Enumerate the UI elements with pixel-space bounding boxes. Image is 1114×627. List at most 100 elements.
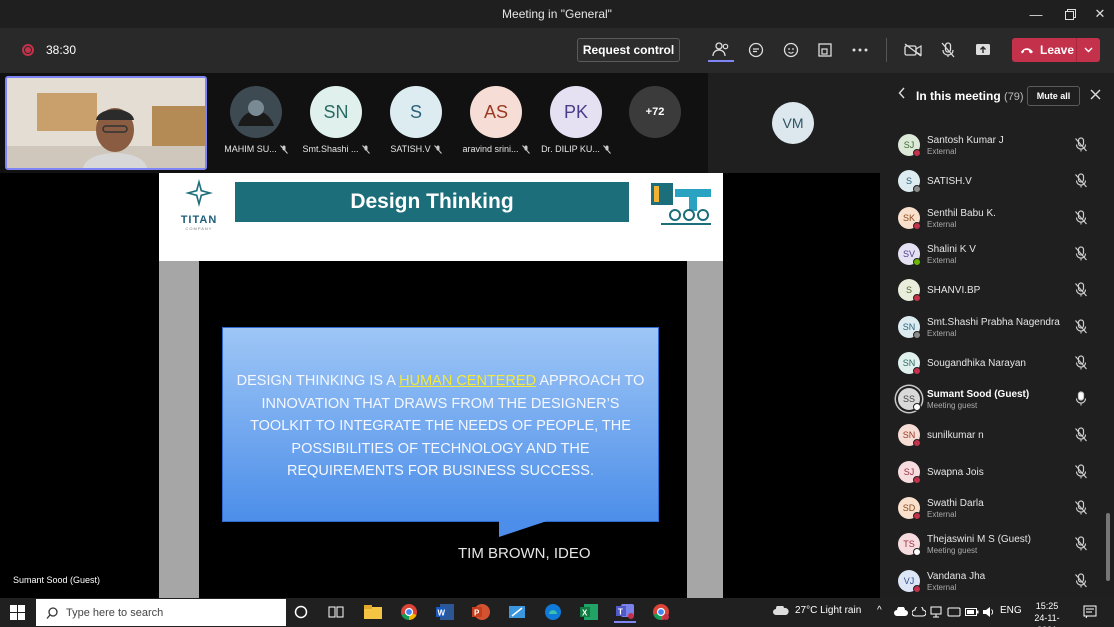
leave-button[interactable]: Leave <box>1012 38 1100 62</box>
participant-name: MAHIM SU... <box>224 144 277 154</box>
participant-tile[interactable]: AS aravind srini... <box>455 86 537 154</box>
panel-title-text: In this meeting <box>916 89 1001 103</box>
participant-name: Sumant Sood (Guest) <box>927 389 1030 401</box>
participant-name: Senthil Babu K. <box>927 207 996 219</box>
language-indicator[interactable]: ENG <box>1000 605 1022 616</box>
rooms-icon[interactable] <box>812 38 838 62</box>
toolbar-divider <box>886 38 887 62</box>
participant-row[interactable]: S SHANVI.BP <box>880 274 1114 310</box>
participant-row[interactable]: SK Senthil Babu K. External <box>880 202 1114 238</box>
participant-name: Shalini K V <box>927 243 976 255</box>
snipping-tool-icon[interactable] <box>506 601 528 623</box>
pinned-participant-tile[interactable]: VM <box>708 73 880 173</box>
participant-row[interactable]: SN sunilkumar n <box>880 419 1114 455</box>
taskbar-clock[interactable]: 15:25 24-11-2021 <box>1026 600 1068 627</box>
mic-off-icon[interactable] <box>1074 318 1088 335</box>
chrome-icon[interactable] <box>398 601 420 623</box>
participant-tile[interactable]: S SATISH.V <box>375 86 457 154</box>
panel-scrollbar[interactable] <box>1106 513 1110 581</box>
onedrive-icon[interactable] <box>894 607 908 617</box>
slide-title: Design Thinking <box>235 182 629 222</box>
avatar-initials: SD <box>902 503 916 513</box>
reactions-icon[interactable] <box>778 38 804 62</box>
participant-row[interactable]: TS Thejaswini M S (Guest) Meeting guest <box>880 528 1114 564</box>
powerpoint-icon[interactable]: P <box>470 601 492 623</box>
excel-icon[interactable]: X <box>578 601 600 623</box>
presence-status-icon <box>913 439 921 448</box>
mic-off-icon[interactable] <box>1074 536 1088 552</box>
chrome-profile-icon[interactable] <box>650 601 672 623</box>
back-chevron-icon[interactable] <box>898 87 906 102</box>
presence-status-icon <box>913 475 921 484</box>
presence-status-icon <box>913 257 921 266</box>
battery-icon[interactable] <box>965 607 979 617</box>
taskbar-search-input[interactable]: Type here to search <box>36 599 286 626</box>
participant-name: SATISH.V <box>390 144 431 154</box>
presenter-video[interactable] <box>5 76 207 170</box>
participant-tile[interactable]: MAHIM SU... <box>215 86 297 154</box>
participant-tile[interactable]: PK Dr. DILIP KU... <box>535 86 617 154</box>
cortana-icon[interactable] <box>290 601 312 623</box>
mic-on-icon[interactable] <box>1074 391 1088 407</box>
more-options-icon[interactable] <box>847 38 873 62</box>
mic-off-icon[interactable] <box>935 38 961 62</box>
participant-row[interactable]: SN Sougandhika Narayan <box>880 347 1114 383</box>
mute-all-button[interactable]: Mute all <box>1027 86 1080 106</box>
mic-off-icon[interactable] <box>1074 282 1088 298</box>
more-participants-button[interactable]: +72 <box>629 86 681 138</box>
mic-off-icon[interactable] <box>1074 137 1088 153</box>
edge-icon[interactable] <box>542 601 564 623</box>
presence-status-icon <box>913 512 921 520</box>
presence-status-icon <box>913 221 921 230</box>
close-window-icon[interactable]: ✕ <box>1084 0 1114 28</box>
participant-row[interactable]: SV Shalini K V External <box>880 238 1114 274</box>
participant-row[interactable]: SJ Santosh Kumar J External <box>880 129 1114 165</box>
cloud-icon[interactable] <box>912 607 926 617</box>
mic-off-icon[interactable] <box>1074 173 1088 189</box>
device-icon[interactable] <box>947 607 961 617</box>
presence-status-icon <box>913 330 921 339</box>
weather-text[interactable]: 27°C Light rain <box>795 605 861 616</box>
notifications-icon[interactable] <box>1083 605 1097 619</box>
mic-off-icon[interactable] <box>1074 209 1088 226</box>
mic-off-icon[interactable] <box>1074 427 1088 443</box>
people-icon[interactable] <box>708 38 734 62</box>
participant-row[interactable]: S SATISH.V <box>880 165 1114 201</box>
teams-icon[interactable]: T <box>614 601 636 623</box>
file-explorer-icon[interactable] <box>362 601 384 623</box>
participant-row[interactable]: SD Swathi Darla External <box>880 492 1114 528</box>
restore-icon[interactable] <box>1054 0 1086 28</box>
minimize-icon[interactable]: — <box>1020 0 1052 28</box>
quote-text-part: DESIGN THINKING IS A <box>236 373 400 389</box>
chat-icon[interactable] <box>743 38 769 62</box>
participant-row[interactable]: SS Sumant Sood (Guest) Meeting guest <box>880 383 1114 419</box>
word-icon[interactable]: W <box>434 601 456 623</box>
camera-off-icon[interactable] <box>900 38 926 62</box>
participant-avatar: PK <box>550 86 602 138</box>
slide-side-bar-right <box>687 261 723 598</box>
mic-off-icon[interactable] <box>1074 464 1088 480</box>
presenter-caption: Sumant Sood (Guest) <box>13 575 101 585</box>
close-panel-icon[interactable] <box>1086 85 1104 103</box>
leave-options-chevron-icon[interactable] <box>1076 38 1100 62</box>
participant-row[interactable]: SJ Swapna Jois <box>880 456 1114 492</box>
mic-off-icon[interactable] <box>1074 246 1088 262</box>
svg-text:X: X <box>582 609 588 618</box>
mic-off-icon[interactable] <box>1074 572 1088 589</box>
mic-off-icon[interactable] <box>1074 355 1088 371</box>
mic-off-icon <box>361 144 370 154</box>
network-icon[interactable] <box>930 606 942 618</box>
mic-off-icon[interactable] <box>1074 500 1088 516</box>
volume-icon[interactable] <box>982 606 994 618</box>
participant-tile[interactable]: SN Smt.Shashi ... <box>295 86 377 154</box>
task-view-icon[interactable] <box>325 601 347 623</box>
participant-row[interactable]: SN Smt.Shashi Prabha Nagendra External <box>880 311 1114 347</box>
quote-author: TIM BROWN, IDEO <box>458 545 591 562</box>
avatar-initials: SN <box>902 357 916 368</box>
participant-row[interactable]: VJ Vandana Jha External <box>880 565 1114 601</box>
windows-start-icon[interactable] <box>10 605 25 620</box>
tray-chevron-icon[interactable]: ^ <box>877 605 882 616</box>
share-screen-icon[interactable] <box>970 38 996 62</box>
request-control-button[interactable]: Request control <box>577 38 680 62</box>
participants-panel: In this meeting (79) Mute all SJ Santosh … <box>880 73 1114 598</box>
